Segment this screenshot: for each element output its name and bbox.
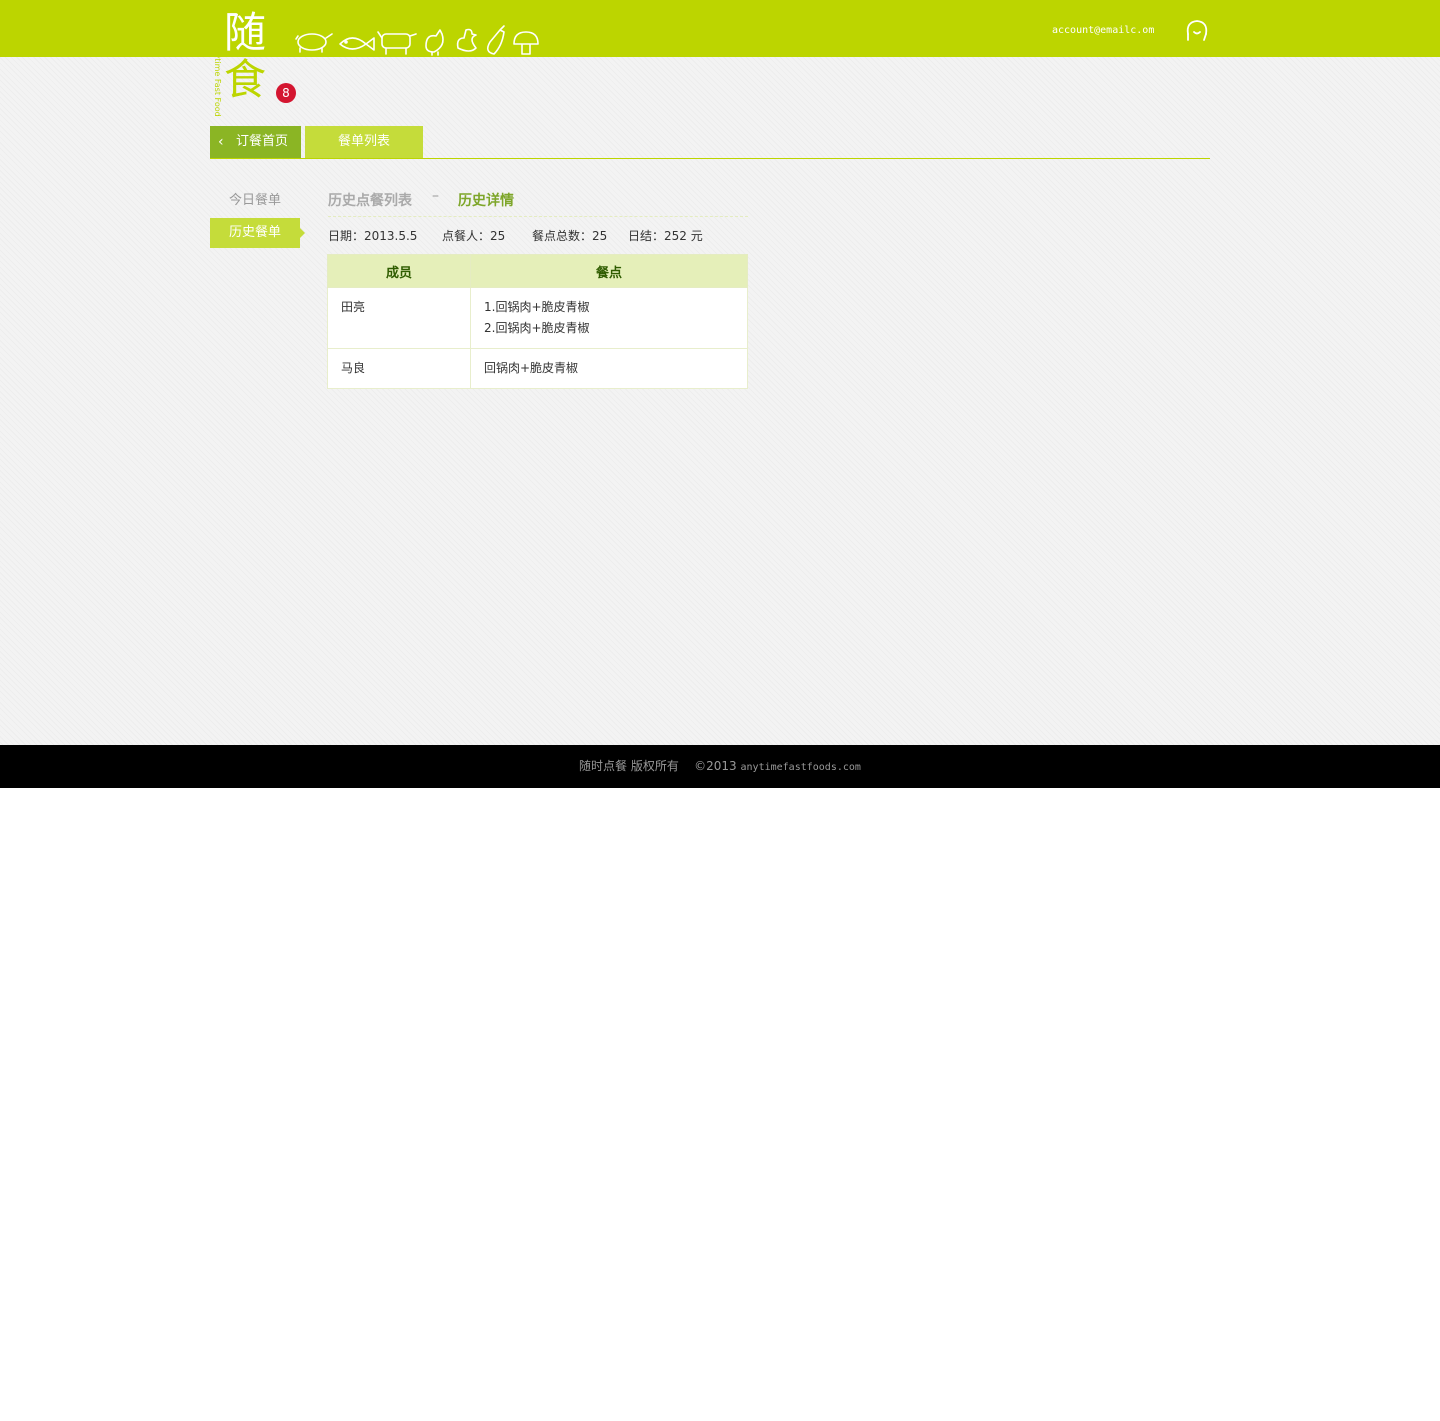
meals-cell: 回锅肉+脆皮青椒 xyxy=(470,348,748,389)
column-header-meals: 餐点 xyxy=(470,254,748,288)
meals-value: 25 xyxy=(592,229,608,243)
meal-item: 回锅肉+脆皮青椒 xyxy=(484,361,579,375)
sidebar-item-history[interactable]: 历史餐单 xyxy=(210,218,305,248)
nav-home-label: 订餐首页 xyxy=(236,134,289,149)
logo-char-top[interactable]: 随 xyxy=(224,10,268,56)
total-label: 日结： xyxy=(628,229,665,243)
meal-item: 2.回锅肉+脆皮青椒 xyxy=(484,321,590,335)
duck-icon xyxy=(456,28,477,52)
timer-badge: 8 xyxy=(276,83,296,103)
mushroom-icon xyxy=(513,31,539,55)
fish-icon xyxy=(339,37,375,51)
cow-icon xyxy=(377,31,417,55)
nav-home-button[interactable]: ‹ 订餐首页 xyxy=(210,126,301,158)
breadcrumb: 历史点餐列表 – 历史详情 xyxy=(328,186,748,217)
footer-copyright: ©2013 xyxy=(694,759,737,773)
footer-text-wrap: 随时点餐 版权所有 ©2013 anytimefastfoods.com xyxy=(0,745,1440,788)
chevron-left-icon: ‹ xyxy=(218,134,224,150)
main-nav: ‹ 订餐首页 餐单列表 xyxy=(210,126,1210,159)
column-header-member: 成员 xyxy=(327,254,471,288)
user-icon[interactable] xyxy=(1184,18,1210,44)
date-label: 日期： xyxy=(328,229,365,243)
table-row: 马良 回锅肉+脆皮青椒 xyxy=(327,348,748,389)
date-value: 2013.5.5 xyxy=(364,229,418,243)
table-header-row: 成员 餐点 xyxy=(327,254,748,288)
page-background xyxy=(0,0,1440,788)
pig-icon xyxy=(295,33,333,53)
member-cell: 马良 xyxy=(327,348,471,389)
footer-text: 随时点餐 版权所有 xyxy=(579,759,679,773)
footer: 随时点餐 版权所有 ©2013 anytimefastfoods.com xyxy=(0,745,1440,788)
tab-menu-list[interactable]: 餐单列表 xyxy=(305,126,423,158)
meals-label: 餐点总数： xyxy=(532,229,593,243)
people-label: 点餐人： xyxy=(442,229,491,243)
sidebar-item-today[interactable]: 今日餐单 xyxy=(210,186,300,216)
footer-domain[interactable]: anytimefastfoods.com xyxy=(741,762,861,773)
eggplant-icon xyxy=(486,25,505,55)
meal-item: 1.回锅肉+脆皮青椒 xyxy=(484,300,590,314)
table-row: 田亮 1.回锅肉+脆皮青椒 2.回锅肉+脆皮青椒 xyxy=(327,287,748,349)
breadcrumb-current: 历史详情 xyxy=(458,193,514,209)
account-email[interactable]: account@emailc.om xyxy=(1052,24,1154,38)
chicken-icon xyxy=(425,29,444,56)
orders-table: 成员 餐点 田亮 1.回锅肉+脆皮青椒 2.回锅肉+脆皮青椒 马良 回锅肉+脆皮… xyxy=(327,254,748,389)
breadcrumb-parent[interactable]: 历史点餐列表 xyxy=(328,190,412,210)
food-icons xyxy=(295,25,539,56)
logo-subtitle: Anytime Fast Food xyxy=(213,43,222,117)
member-cell: 田亮 xyxy=(327,287,471,349)
people-value: 25 xyxy=(490,229,506,243)
logo-char-bottom[interactable]: 食 xyxy=(224,56,268,104)
breadcrumb-separator: – xyxy=(432,188,439,204)
meals-cell: 1.回锅肉+脆皮青椒 2.回锅肉+脆皮青椒 xyxy=(470,287,748,349)
total-value: 252 元 xyxy=(664,229,703,243)
